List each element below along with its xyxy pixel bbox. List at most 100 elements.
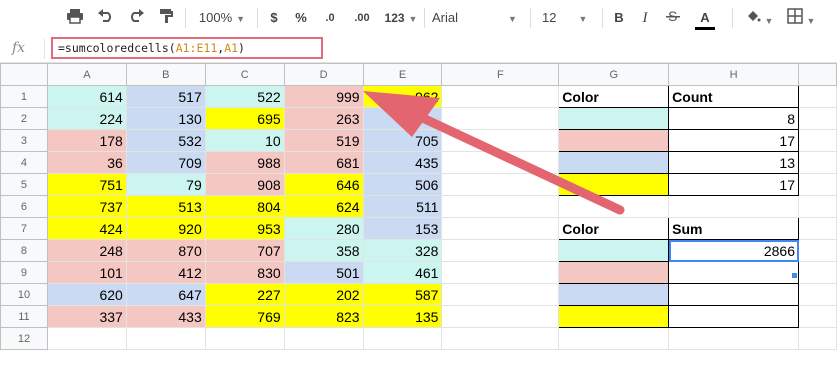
cell[interactable]: 280 (283, 217, 364, 240)
cell[interactable]: 823 (283, 305, 364, 328)
sum-value[interactable] (668, 305, 799, 328)
cell[interactable]: 769 (204, 305, 285, 328)
cell[interactable]: 870 (125, 239, 206, 262)
fill-handle[interactable] (791, 272, 798, 279)
cell[interactable] (46, 327, 127, 350)
column-header-g[interactable]: G (558, 63, 670, 86)
cell[interactable]: 424 (46, 217, 127, 240)
cell[interactable] (668, 195, 799, 218)
cell[interactable]: 751 (46, 173, 127, 196)
redo-icon[interactable] (125, 8, 147, 28)
bold-button[interactable]: B (610, 8, 628, 28)
count-value[interactable]: 8 (668, 107, 799, 130)
row-header-11[interactable]: 11 (0, 305, 48, 328)
cell[interactable] (798, 217, 837, 240)
cell[interactable]: 10 (204, 129, 285, 152)
row-header-6[interactable]: 6 (0, 195, 48, 218)
cell[interactable] (798, 239, 837, 262)
count-color-swatch[interactable] (558, 107, 670, 130)
column-header-d[interactable]: D (283, 63, 364, 86)
cell[interactable]: 153 (362, 217, 443, 240)
row-header-1[interactable]: 1 (0, 85, 48, 108)
cell[interactable]: 135 (362, 305, 443, 328)
cell[interactable] (283, 327, 364, 350)
row-header-10[interactable]: 10 (0, 283, 48, 306)
row-header-2[interactable]: 2 (0, 107, 48, 130)
cell[interactable] (798, 151, 837, 174)
cell[interactable]: 532 (125, 129, 206, 152)
font-size-select[interactable]: 12 ▼ (542, 8, 596, 28)
sum-value[interactable] (668, 261, 799, 284)
row-header-5[interactable]: 5 (0, 173, 48, 196)
cell[interactable]: 435 (362, 151, 443, 174)
count-value[interactable]: 17 (668, 173, 799, 196)
count-value[interactable]: 13 (668, 151, 799, 174)
cell[interactable]: 202 (283, 283, 364, 306)
cell[interactable]: 830 (204, 261, 285, 284)
more-formats-button[interactable]: 123 ▼ (380, 8, 422, 28)
cell[interactable] (441, 283, 560, 306)
cell[interactable] (204, 327, 285, 350)
cell[interactable] (125, 327, 206, 350)
cell[interactable] (441, 239, 560, 262)
cell[interactable]: 224 (46, 107, 127, 130)
row-header-3[interactable]: 3 (0, 129, 48, 152)
cell[interactable] (441, 85, 560, 108)
sum-header-sum[interactable]: Sum (668, 217, 799, 240)
cell[interactable]: 737 (46, 195, 127, 218)
count-header-color[interactable]: Color (558, 85, 670, 108)
cell[interactable]: 501 (283, 261, 364, 284)
cell[interactable]: 804 (204, 195, 285, 218)
cell[interactable] (441, 173, 560, 196)
sum-header-color[interactable]: Color (558, 217, 670, 240)
decrease-decimal-button[interactable]: .0 (318, 8, 342, 28)
cell[interactable] (441, 129, 560, 152)
cell[interactable] (362, 107, 443, 130)
cell[interactable]: 358 (283, 239, 364, 262)
cell[interactable]: 337 (46, 305, 127, 328)
row-header-4[interactable]: 4 (0, 151, 48, 174)
cell[interactable]: 587 (362, 283, 443, 306)
cell[interactable]: 681 (283, 151, 364, 174)
cell[interactable] (441, 151, 560, 174)
cell[interactable]: 519 (283, 129, 364, 152)
cell[interactable] (798, 283, 837, 306)
fill-color-button[interactable]: ▼ (742, 8, 776, 28)
sum-color-swatch[interactable] (558, 239, 670, 262)
sum-color-swatch[interactable] (558, 305, 670, 328)
row-header-12[interactable]: 12 (0, 327, 48, 350)
increase-decimal-button[interactable]: .00 (348, 8, 376, 28)
count-value[interactable]: 17 (668, 129, 799, 152)
cell[interactable]: 511 (362, 195, 443, 218)
cell[interactable]: 646 (283, 173, 364, 196)
cell[interactable] (798, 327, 837, 350)
cell[interactable]: 709 (125, 151, 206, 174)
column-header-b[interactable]: B (125, 63, 206, 86)
cell[interactable] (362, 327, 443, 350)
cell[interactable] (441, 107, 560, 130)
cell[interactable]: 647 (125, 283, 206, 306)
cell[interactable]: 101 (46, 261, 127, 284)
cell[interactable] (798, 305, 837, 328)
cell[interactable]: 517 (125, 85, 206, 108)
cell[interactable]: 707 (204, 239, 285, 262)
cell[interactable]: 130 (125, 107, 206, 130)
cell[interactable] (798, 107, 837, 130)
cell[interactable] (668, 327, 799, 350)
print-icon[interactable] (64, 8, 86, 28)
strikethrough-icon[interactable]: S (662, 8, 684, 28)
cell[interactable] (798, 129, 837, 152)
sum-value[interactable]: 2866 (668, 239, 799, 262)
cell[interactable] (441, 195, 560, 218)
cell[interactable]: 705 (362, 129, 443, 152)
column-header-f[interactable]: F (441, 63, 560, 86)
percent-button[interactable]: % (292, 8, 310, 28)
font-select[interactable]: Arial ▼ (432, 8, 522, 28)
column-header-c[interactable]: C (204, 63, 285, 86)
cell[interactable]: 506 (362, 173, 443, 196)
cell[interactable] (441, 327, 560, 350)
cell[interactable]: 522 (204, 85, 285, 108)
cell[interactable] (798, 85, 837, 108)
column-header-h[interactable]: H (668, 63, 799, 86)
column-header-e[interactable]: E (362, 63, 443, 86)
